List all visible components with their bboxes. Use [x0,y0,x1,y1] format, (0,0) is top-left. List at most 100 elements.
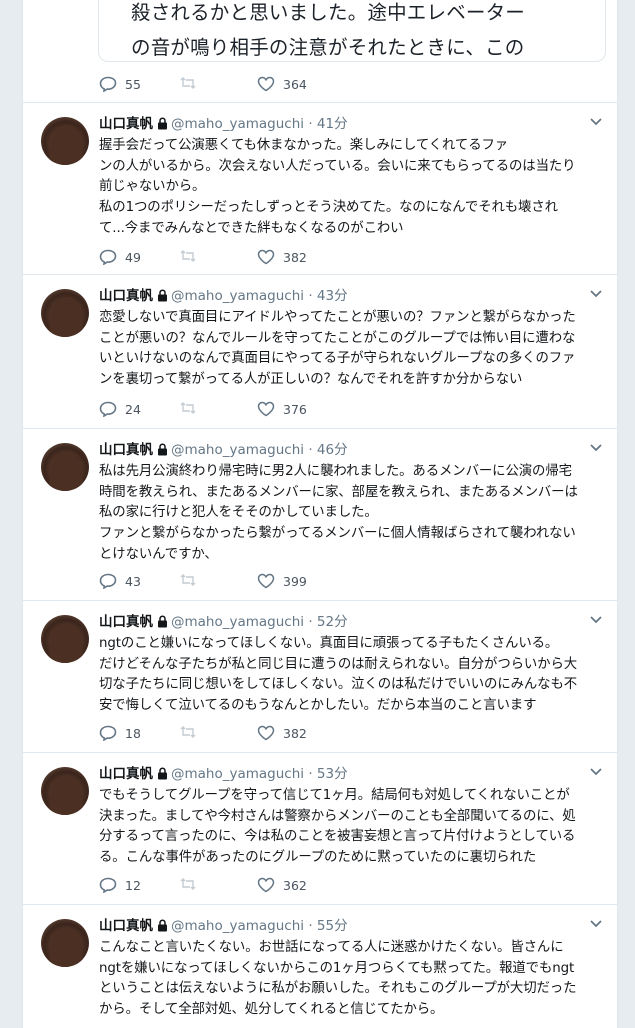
display-name[interactable]: 山口真帆 [99,288,153,304]
tweet-text: ngtのこと嫌いになってほしくない。真面目に頑張ってる子もたくさんいる。 だけど… [99,634,609,717]
avatar[interactable] [41,117,89,165]
lock-icon [158,443,167,456]
retweet-button[interactable] [179,401,197,415]
tweet[interactable]: 山口真帆 @maho_yamaguchi · 53分 でもそうしてグループを守って… [23,752,617,904]
tweet-header: 山口真帆 @maho_yamaguchi · 55分 [99,917,348,935]
avatar[interactable] [41,443,89,491]
tweet-line: ということは伝えないように私がお願いした。それもこのグループが大切だった [99,981,577,997]
reply-count: 55 [125,76,141,92]
display-name[interactable]: 山口真帆 [99,614,153,630]
user-handle[interactable]: @maho_yamaguchi [171,918,304,934]
display-name[interactable]: 山口真帆 [99,116,153,132]
timestamp[interactable]: 53分 [317,766,348,782]
display-name[interactable]: 山口真帆 [99,918,153,934]
tweet-line: 前じゃないから。 [99,179,206,195]
retweet-button[interactable] [179,877,197,891]
chevron-down-icon[interactable] [589,767,603,777]
reply-button[interactable]: 24 [99,401,141,417]
heart-icon [257,401,275,417]
avatar[interactable] [41,289,89,337]
timestamp[interactable]: 43分 [317,288,348,304]
user-handle[interactable]: @maho_yamaguchi [171,116,304,132]
tweet[interactable]: 山口真帆 @maho_yamaguchi · 52分 ngtのこと嫌いになってほし… [23,600,617,752]
separator-dot: · [308,766,313,782]
quoted-text-card[interactable]: 殺されるかと思いました。途中エレベーター の音が鳴り相手の注意がそれたときに、こ… [98,0,606,62]
chevron-down-icon[interactable] [589,615,603,625]
like-count: 364 [283,76,307,92]
lock-icon [158,767,167,780]
tweet-line: ngtを嫌いになってほしくないからこの1ヶ月つらくても黙ってた。報道でもngt [99,960,575,976]
reply-button[interactable]: 55 [99,76,141,92]
timestamp[interactable]: 41分 [317,116,348,132]
retweet-icon [180,250,196,262]
separator-dot: · [308,614,313,630]
tweet-text: こんなこと言いたくない。お世話になってる人に迷惑かけたくない。皆さんに ngtを… [99,938,609,1021]
like-button[interactable]: 376 [257,401,307,417]
tweet-header: 山口真帆 @maho_yamaguchi · 43分 [99,287,348,305]
display-name[interactable]: 山口真帆 [99,766,153,782]
tweet-line: いといけないのなんで真面目にやってる子が守られないグループなの多くのファ [99,351,576,367]
retweet-icon [180,726,196,738]
timestamp[interactable]: 55分 [317,918,348,934]
like-button[interactable]: 362 [257,877,307,893]
tweet-text: 恋愛しないで真面目にアイドルやってたことが悪いの？ファンと繋がらなかった ことが… [99,308,609,391]
chevron-down-icon[interactable] [589,289,603,299]
lock-icon [158,615,167,628]
user-handle[interactable]: @maho_yamaguchi [171,614,304,630]
retweet-button[interactable] [179,249,197,263]
reply-count: 43 [125,573,141,589]
reply-icon [99,877,117,893]
user-handle[interactable]: @maho_yamaguchi [171,766,304,782]
retweet-button[interactable] [179,725,197,739]
like-button[interactable]: 399 [257,573,307,589]
tweet-line: 安で悔しくて泣いてるのもうなんとかしたい。だから本当のこと言います [99,698,537,714]
tweet-line: 決まった。ましてや今村さんは警察からメンバーのことも全部聞いてるのに、処 [99,808,576,824]
chevron-down-icon[interactable] [589,919,603,929]
separator-dot: · [308,116,313,132]
lock-icon [158,919,167,932]
display-name[interactable]: 山口真帆 [99,442,153,458]
retweet-icon [180,402,196,414]
tweet[interactable]: 山口真帆 @maho_yamaguchi · 41分 握手会だって公演悪くても休ま… [23,102,617,274]
reply-button[interactable]: 12 [99,877,141,893]
reply-button[interactable]: 49 [99,249,141,265]
separator-dot: · [308,442,313,458]
tweet-line: から。そして全部対処、処分してくれると信じてたから。 [99,1002,444,1018]
retweet-button[interactable] [179,573,197,587]
avatar[interactable] [41,767,89,815]
tweet-line: 切な子たちに同じ想いをしてほしくない。泣くのは私だけでいいのにみんなも不 [99,677,578,693]
tweet-header: 山口真帆 @maho_yamaguchi · 52分 [99,613,348,631]
tweet-text: 私は先月公演終わり帰宅時に男2人に襲われました。あるメンバーに公演の帰宅 時間を… [99,462,609,566]
reply-button[interactable]: 18 [99,725,141,741]
tweet[interactable]: 山口真帆 @maho_yamaguchi · 43分 恋愛しないで真面目にアイドル… [23,274,617,428]
lock-icon [158,117,167,130]
tweet-line: ngtのこと嫌いになってほしくない。真面目に頑張ってる子もたくさんいる。 [99,636,559,651]
reply-count: 49 [125,249,141,265]
reply-icon [99,725,117,741]
tweet-text: でもそうしてグループを守って信じて1ヶ月。結局何も対処してくれないことが 決まっ… [99,786,609,869]
avatar[interactable] [41,615,89,663]
avatar[interactable] [41,919,89,967]
like-button[interactable]: 382 [257,249,307,265]
timestamp[interactable]: 46分 [317,442,348,458]
tweet[interactable]: 山口真帆 @maho_yamaguchi · 46分 私は先月公演終わり帰宅時に男… [23,428,617,600]
tweet-line: ンの人がいるから。次会えない人だっている。会いに来てもらってるのは当たり [99,158,576,174]
heart-icon [257,573,275,589]
chevron-down-icon[interactable] [589,443,603,453]
user-handle[interactable]: @maho_yamaguchi [171,288,304,304]
tweet-line: 時間を教えられ、またあるメンバーに家、部屋を教えられ、またあるメンバーは [99,484,578,500]
like-count: 382 [283,249,307,265]
like-button[interactable]: 382 [257,725,307,741]
user-handle[interactable]: @maho_yamaguchi [171,442,304,458]
tweet-header: 山口真帆 @maho_yamaguchi · 53分 [99,765,348,783]
retweet-button[interactable] [179,76,197,90]
reply-button[interactable]: 43 [99,573,141,589]
like-button[interactable]: 364 [257,76,307,92]
like-count: 376 [283,401,307,417]
reply-icon [99,249,117,265]
timestamp[interactable]: 52分 [317,614,348,630]
chevron-down-icon[interactable] [589,117,603,127]
tweet-line: 私の家に行けと犯人をそそのかしていました。 [99,505,378,521]
tweet[interactable]: 山口真帆 @maho_yamaguchi · 55分 こんなこと言いたくない。お世… [23,904,617,1028]
separator-dot: · [308,288,313,304]
